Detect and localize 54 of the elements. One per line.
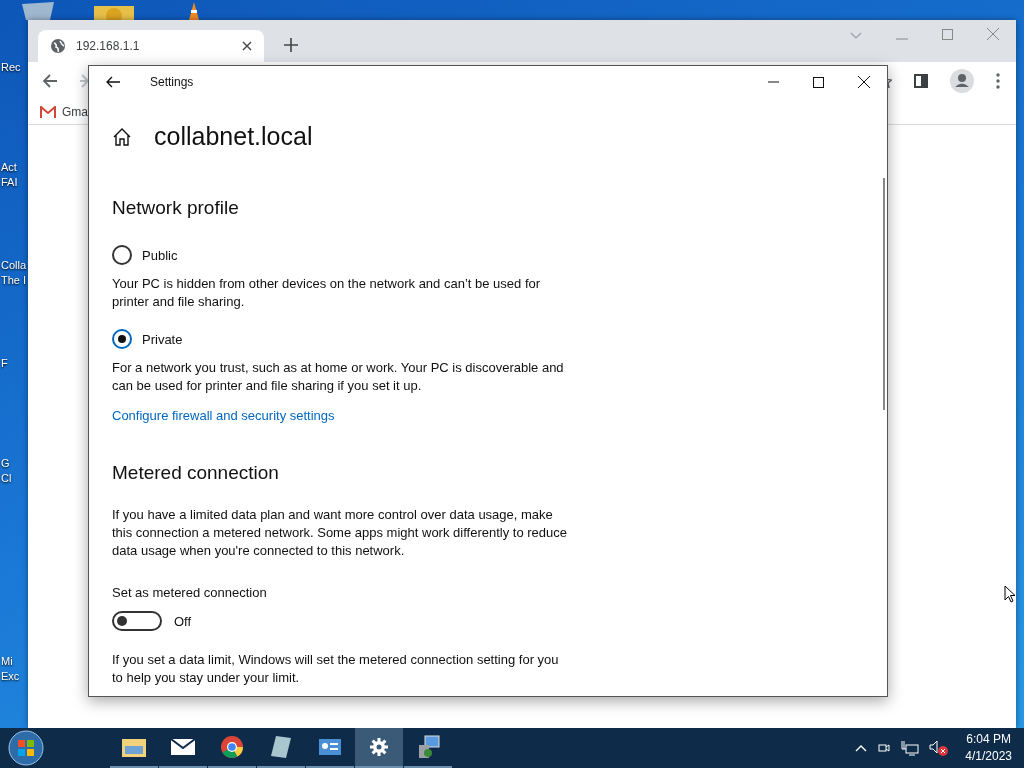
bookmark[interactable]: Gma (40, 105, 88, 119)
close-icon[interactable] (858, 76, 870, 88)
folder-icon (121, 736, 147, 758)
radio-button[interactable] (112, 329, 132, 349)
desktop-icon-label[interactable]: Exc (1, 669, 20, 684)
back-arrow-icon[interactable] (106, 76, 120, 88)
desktop-icon-label[interactable]: FAI (1, 175, 18, 190)
browser-tab[interactable]: 192.168.1.1 (38, 30, 264, 62)
data-limit-note: If you set a data limit, Windows will set the metered connection setting for you to help you stay under your limit. (112, 651, 560, 687)
window-title: Settings (150, 75, 194, 89)
desktop-icon-label[interactable]: Rec (1, 60, 21, 75)
desktop-icon-label[interactable]: Colla (1, 258, 27, 273)
envelope-icon (170, 738, 196, 756)
page-title: collabnet.local (154, 122, 313, 151)
back-arrow-icon[interactable] (42, 74, 58, 88)
desktop-icon-label[interactable]: Cl (1, 471, 12, 486)
notepad-icon (270, 735, 292, 759)
profile-icon[interactable] (950, 69, 974, 93)
globe-icon (50, 38, 66, 54)
mail-logo-icon (40, 106, 56, 118)
close-tab-icon[interactable] (242, 41, 252, 51)
taskbar-button[interactable] (355, 728, 403, 768)
network-icon[interactable] (901, 740, 920, 756)
menu-icon[interactable] (996, 73, 1000, 89)
radio-option[interactable]: Private (112, 329, 183, 349)
option-description: For a network you trust, such as at home or work. Your PC is discoverable and can be used for printer and file sharing if you set it up. (112, 359, 565, 395)
settings-icon (369, 737, 389, 757)
toggle-label: Set as metered connection (112, 585, 267, 600)
control-panel-icon (318, 738, 342, 756)
installer-icon (416, 735, 440, 759)
toggle-switch[interactable] (112, 611, 162, 631)
start-button[interactable] (8, 730, 44, 766)
firewall-settings-link[interactable]: Configure firewall and security settings (112, 408, 335, 423)
metered-description: If you have a limited data plan and want more control over data usage, make this connection a metered network. Some apps might work differently to reduce data usage when you're connected to this network. (112, 506, 567, 560)
section-heading: Network profile (112, 197, 239, 219)
home-icon[interactable] (112, 127, 132, 146)
new-tab-icon[interactable] (284, 38, 298, 52)
desktop-icon-label[interactable]: Mi (1, 654, 20, 669)
option-description: Your PC is hidden from other devices on the network and can’t be used for printer and file sharing. (112, 275, 542, 311)
show-hidden-icons-icon[interactable] (855, 744, 868, 752)
desktop-icon-label[interactable]: The I (1, 273, 27, 288)
maximize-icon[interactable] (813, 76, 824, 88)
scrollbar[interactable] (883, 178, 885, 410)
toggle-state: Off (174, 613, 192, 629)
desktop-icon-label[interactable]: F (1, 356, 8, 371)
section-heading: Metered connection (112, 462, 279, 484)
browser-icon (220, 735, 244, 759)
desktop-icon-label[interactable]: Act (1, 160, 18, 175)
side-panel-icon[interactable] (914, 74, 928, 88)
volume-muted-icon[interactable] (929, 739, 950, 757)
clock[interactable]: 6:04 PM 4/1/2023 (965, 731, 1012, 765)
radio-option[interactable]: Public (112, 245, 178, 265)
radio-button[interactable] (112, 245, 132, 265)
desktop-icon-label[interactable]: G (1, 456, 12, 471)
